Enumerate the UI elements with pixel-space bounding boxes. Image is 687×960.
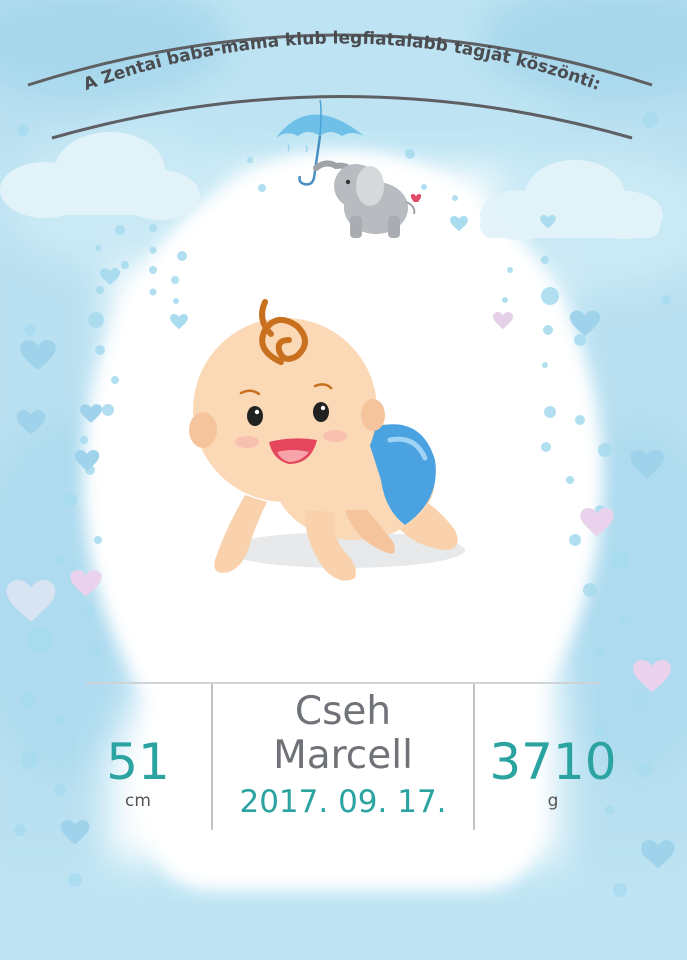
elephant-icon <box>313 160 422 238</box>
baby-first-line: Cseh <box>294 689 392 734</box>
baby-name-block: Cseh Marcell 2017. 09. 17. <box>212 690 474 822</box>
announcement-card: A Zentai baba-mama klub legfiatalabb tag… <box>0 0 687 960</box>
baby-illustration <box>189 299 465 581</box>
top-divider <box>86 682 600 684</box>
length-block: 51 cm <box>88 734 188 812</box>
length-unit: cm <box>125 791 151 811</box>
baby-second-line: Marcell <box>273 733 413 778</box>
weight-block: 3710 g <box>478 734 628 812</box>
weight-value: 3710 <box>489 733 617 791</box>
birth-date: 2017. 09. 17. <box>239 784 447 820</box>
header-text: A Zentai baba-mama klub legfiatalabb tag… <box>81 28 603 95</box>
elephant-umbrella-illustration <box>276 99 422 238</box>
weight-unit: g <box>547 791 559 811</box>
length-value: 51 <box>106 733 170 791</box>
